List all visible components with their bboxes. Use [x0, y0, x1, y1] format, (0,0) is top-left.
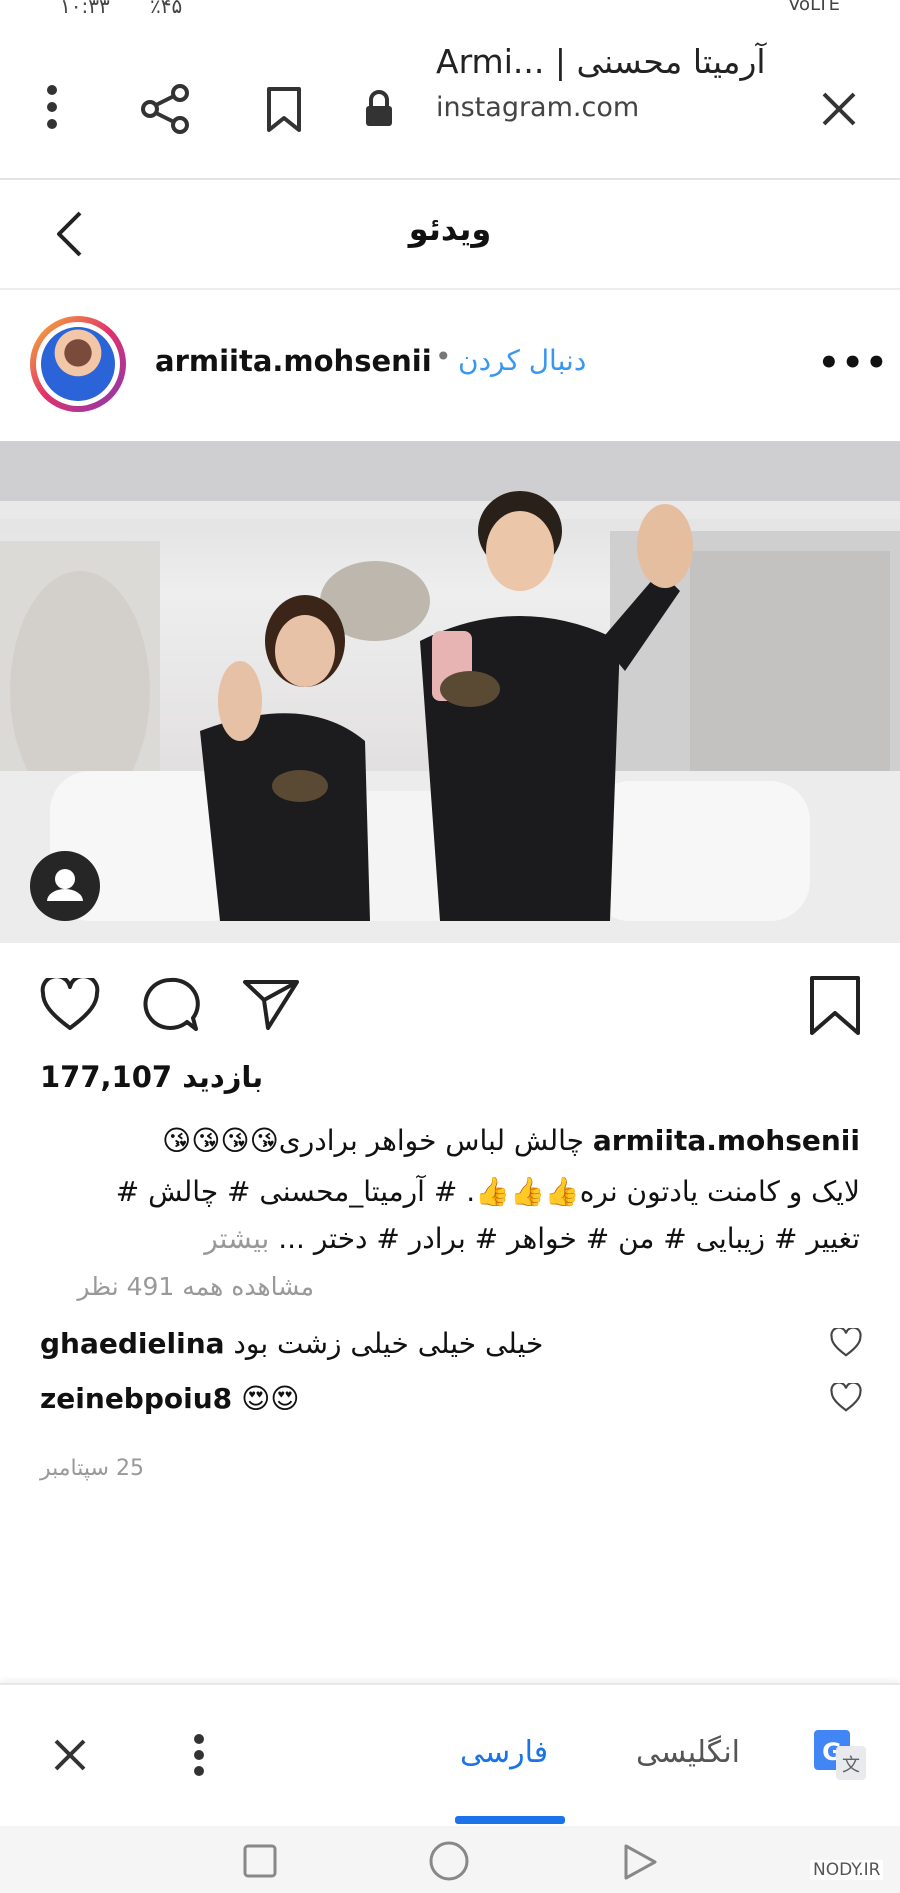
save-bookmark-icon[interactable]	[808, 975, 862, 1037]
menu-dots-icon[interactable]	[44, 82, 60, 132]
status-battery: ٪۴۵	[150, 0, 183, 18]
translate-tab-english[interactable]: انگلیسی	[636, 1735, 740, 1770]
google-translate-icon: G文	[812, 1728, 868, 1784]
status-bar: ۱۰:۳۳ ٪۴۵ VoLTE	[0, 0, 900, 28]
close-tab-icon[interactable]	[820, 90, 858, 128]
bookmark-page-icon[interactable]	[265, 86, 303, 134]
status-time: ۱۰:۳۳	[60, 0, 110, 18]
browser-url[interactable]: instagram.com	[436, 92, 639, 123]
caption-line-2: لایک و کامنت یادتون نره👍👍👍. # آرمیتا_محس…	[115, 1175, 860, 1208]
view-all-comments-link[interactable]: مشاهده همه 491 نظر	[77, 1272, 314, 1301]
site-watermark: NODY.IR	[810, 1860, 884, 1880]
post-date: 25 سپتامبر	[40, 1456, 144, 1481]
follow-button[interactable]: دنبال کردن	[458, 344, 586, 377]
comment-username[interactable]: zeinebpoiu8	[40, 1382, 232, 1415]
avatar[interactable]	[41, 327, 115, 401]
caption-line-1: armiita.mohsenii چالش لباس خواهر برادری😘…	[40, 1124, 860, 1157]
active-tab-indicator	[455, 1816, 565, 1824]
tagged-users-button[interactable]	[30, 851, 100, 921]
comment-username[interactable]: ghaedielina	[40, 1327, 225, 1360]
like-heart-icon[interactable]	[40, 978, 100, 1032]
post-options-icon[interactable]: •••	[818, 343, 889, 383]
video-frame-illustration	[0, 441, 900, 943]
browser-page-title: Armi... | آرمیتا محسنی	[436, 42, 766, 81]
status-network: VoLTE	[788, 0, 840, 15]
separator-dot: •	[435, 340, 452, 373]
back-triangle-icon[interactable]	[622, 1843, 658, 1881]
caption-username[interactable]: armiita.mohsenii	[593, 1124, 860, 1157]
page-title: ویدئو	[408, 210, 492, 248]
caption-more-link[interactable]: بیشتر	[204, 1222, 269, 1255]
video-player[interactable]	[0, 441, 900, 943]
comment-row: zeinebpoiu8 😍😍	[40, 1382, 820, 1415]
home-circle-icon[interactable]	[428, 1840, 470, 1882]
svg-text:文: 文	[842, 1755, 860, 1776]
comment-text: خیلی خیلی خیلی زشت بود	[233, 1327, 544, 1360]
comment-row: ghaedielina خیلی خیلی خیلی زشت بود	[40, 1327, 820, 1360]
views-number: 177,107	[40, 1060, 173, 1094]
views-count: بازدید 177,107	[40, 1060, 263, 1094]
lock-icon	[364, 90, 394, 128]
comment-icon[interactable]	[140, 976, 200, 1034]
comment-like-heart-icon[interactable]	[830, 1328, 862, 1358]
caption-line-3: تغییر # زیبایی # من # خواهر # برادر # دخ…	[40, 1222, 860, 1255]
caption-text: چالش لباس خواهر برادری😘😘😘😘	[162, 1124, 584, 1157]
caption-text-3: تغییر # زیبایی # من # خواهر # برادر # دخ…	[278, 1222, 860, 1255]
recents-square-icon[interactable]	[242, 1843, 278, 1879]
translate-tab-farsi[interactable]: فارسی	[460, 1735, 548, 1770]
views-label: بازدید	[182, 1060, 264, 1094]
send-icon[interactable]	[242, 978, 300, 1032]
post-username[interactable]: armiita.mohsenii	[155, 344, 432, 378]
share-icon[interactable]	[140, 84, 192, 134]
translate-bar	[0, 1683, 900, 1828]
comment-like-heart-icon[interactable]	[830, 1383, 862, 1413]
comment-text: 😍😍	[241, 1382, 300, 1415]
person-icon	[47, 869, 83, 901]
translate-options-icon[interactable]	[192, 1733, 206, 1777]
close-translate-icon[interactable]	[52, 1737, 88, 1773]
